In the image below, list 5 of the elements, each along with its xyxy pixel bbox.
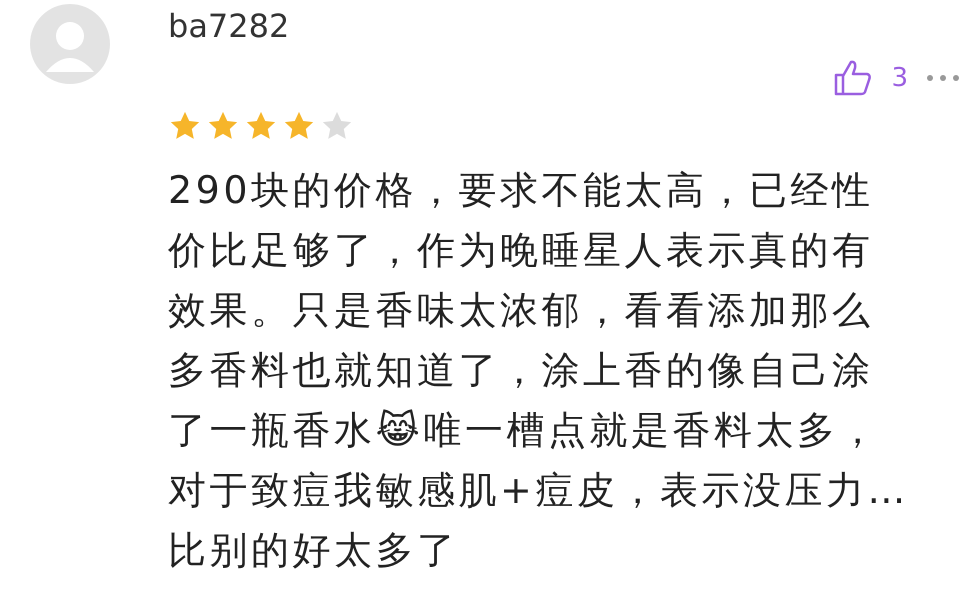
thumbs-up-icon[interactable] [833,59,874,97]
more-icon[interactable] [926,74,960,82]
like-count: 3 [891,63,908,93]
review-text: 290块的价格，要求不能太高，已经性价比足够了，作为晚睡星人表示真的有效果。只是香味太浓郁，看看添加那么多香料也就知道了，涂上香的像自己涂了一瓶香水😹唯一槽点就是香料太多，对于致痘我敏感肌+痘皮，表示没压力…比别的好太多了 [168,167,910,574]
username[interactable]: ba7282 [168,6,972,46]
